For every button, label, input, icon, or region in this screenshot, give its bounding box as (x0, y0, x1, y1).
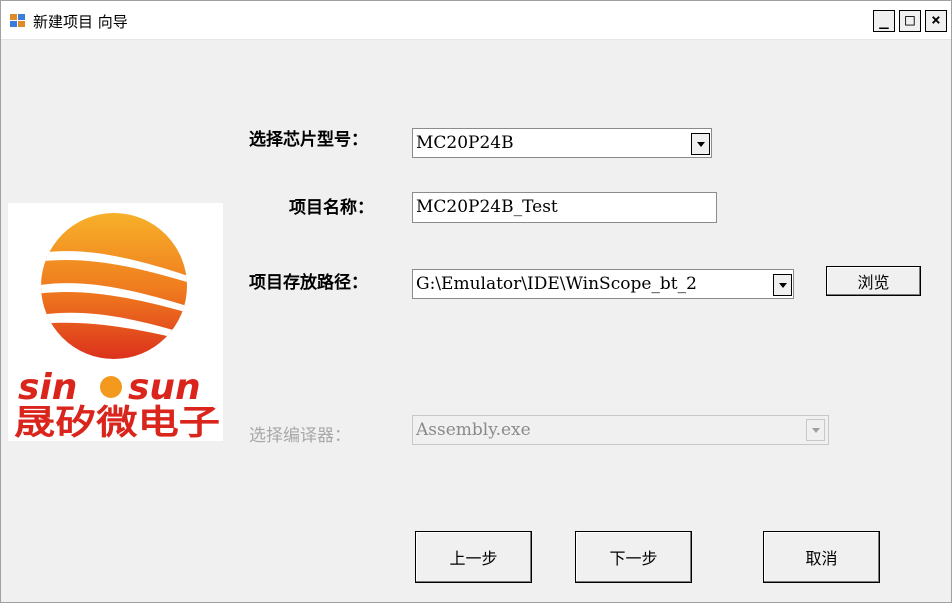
chevron-down-icon (778, 282, 787, 288)
browse-button-label: 浏览 (857, 273, 890, 292)
project-name-value: MC20P24B_Test (416, 197, 558, 217)
compiler-dropdown-button[interactable] (806, 419, 825, 441)
chip-model-select[interactable]: MC20P24B (412, 128, 712, 158)
chevron-down-icon (696, 141, 705, 147)
maximize-button[interactable]: □ (899, 10, 921, 32)
prev-button[interactable]: 上一步 (415, 531, 532, 583)
brand-text-sin: sin (18, 367, 77, 408)
project-name-input[interactable]: MC20P24B_Test (412, 192, 717, 223)
next-button-label: 下一步 (609, 549, 658, 568)
minimize-icon: _ (879, 10, 889, 29)
window-title: 新建项目 向导 (33, 13, 128, 31)
brand-text-sun: sun (128, 367, 201, 408)
minimize-button[interactable]: _ (873, 10, 895, 32)
title-bar[interactable]: 新建项目 向导 _ □ × (1, 1, 951, 40)
next-button[interactable]: 下一步 (575, 531, 692, 583)
chip-model-dropdown-button[interactable] (691, 133, 710, 155)
project-path-select[interactable]: G:\Emulator\IDE\WinScope_bt_2 (412, 269, 794, 299)
project-path-dropdown-button[interactable] (773, 274, 792, 296)
maximize-icon: □ (905, 10, 915, 29)
chip-model-label: 选择芯片型号： (249, 130, 368, 150)
chip-model-value: MC20P24B (416, 133, 514, 153)
browse-button[interactable]: 浏览 (826, 266, 921, 296)
project-path-label: 项目存放路径： (249, 273, 368, 293)
cancel-button[interactable]: 取消 (763, 531, 880, 583)
compiler-select[interactable]: Assembly.exe (412, 415, 829, 445)
project-name-label: 项目名称： (289, 198, 374, 218)
chevron-down-icon (811, 427, 820, 433)
compiler-label: 选择编译器： (249, 426, 351, 446)
cancel-button-label: 取消 (805, 549, 838, 568)
close-button[interactable]: × (925, 10, 947, 32)
sinosun-logo-graphic: sin sun 晟矽微电子 (14, 213, 220, 441)
project-path-value: G:\Emulator\IDE\WinScope_bt_2 (416, 274, 697, 294)
app-icon (10, 14, 25, 27)
brand-chinese-text: 晟矽微电子 (14, 403, 220, 441)
prev-button-label: 上一步 (449, 549, 498, 568)
company-logo: sin sun 晟矽微电子 (8, 203, 223, 441)
brand-sun-dot (100, 376, 122, 398)
wizard-window: 新建项目 向导 _ □ × sin sun 晟矽微电子 选择芯片型号： MC20… (0, 0, 952, 603)
close-icon: × (931, 10, 941, 29)
compiler-value: Assembly.exe (416, 420, 531, 440)
